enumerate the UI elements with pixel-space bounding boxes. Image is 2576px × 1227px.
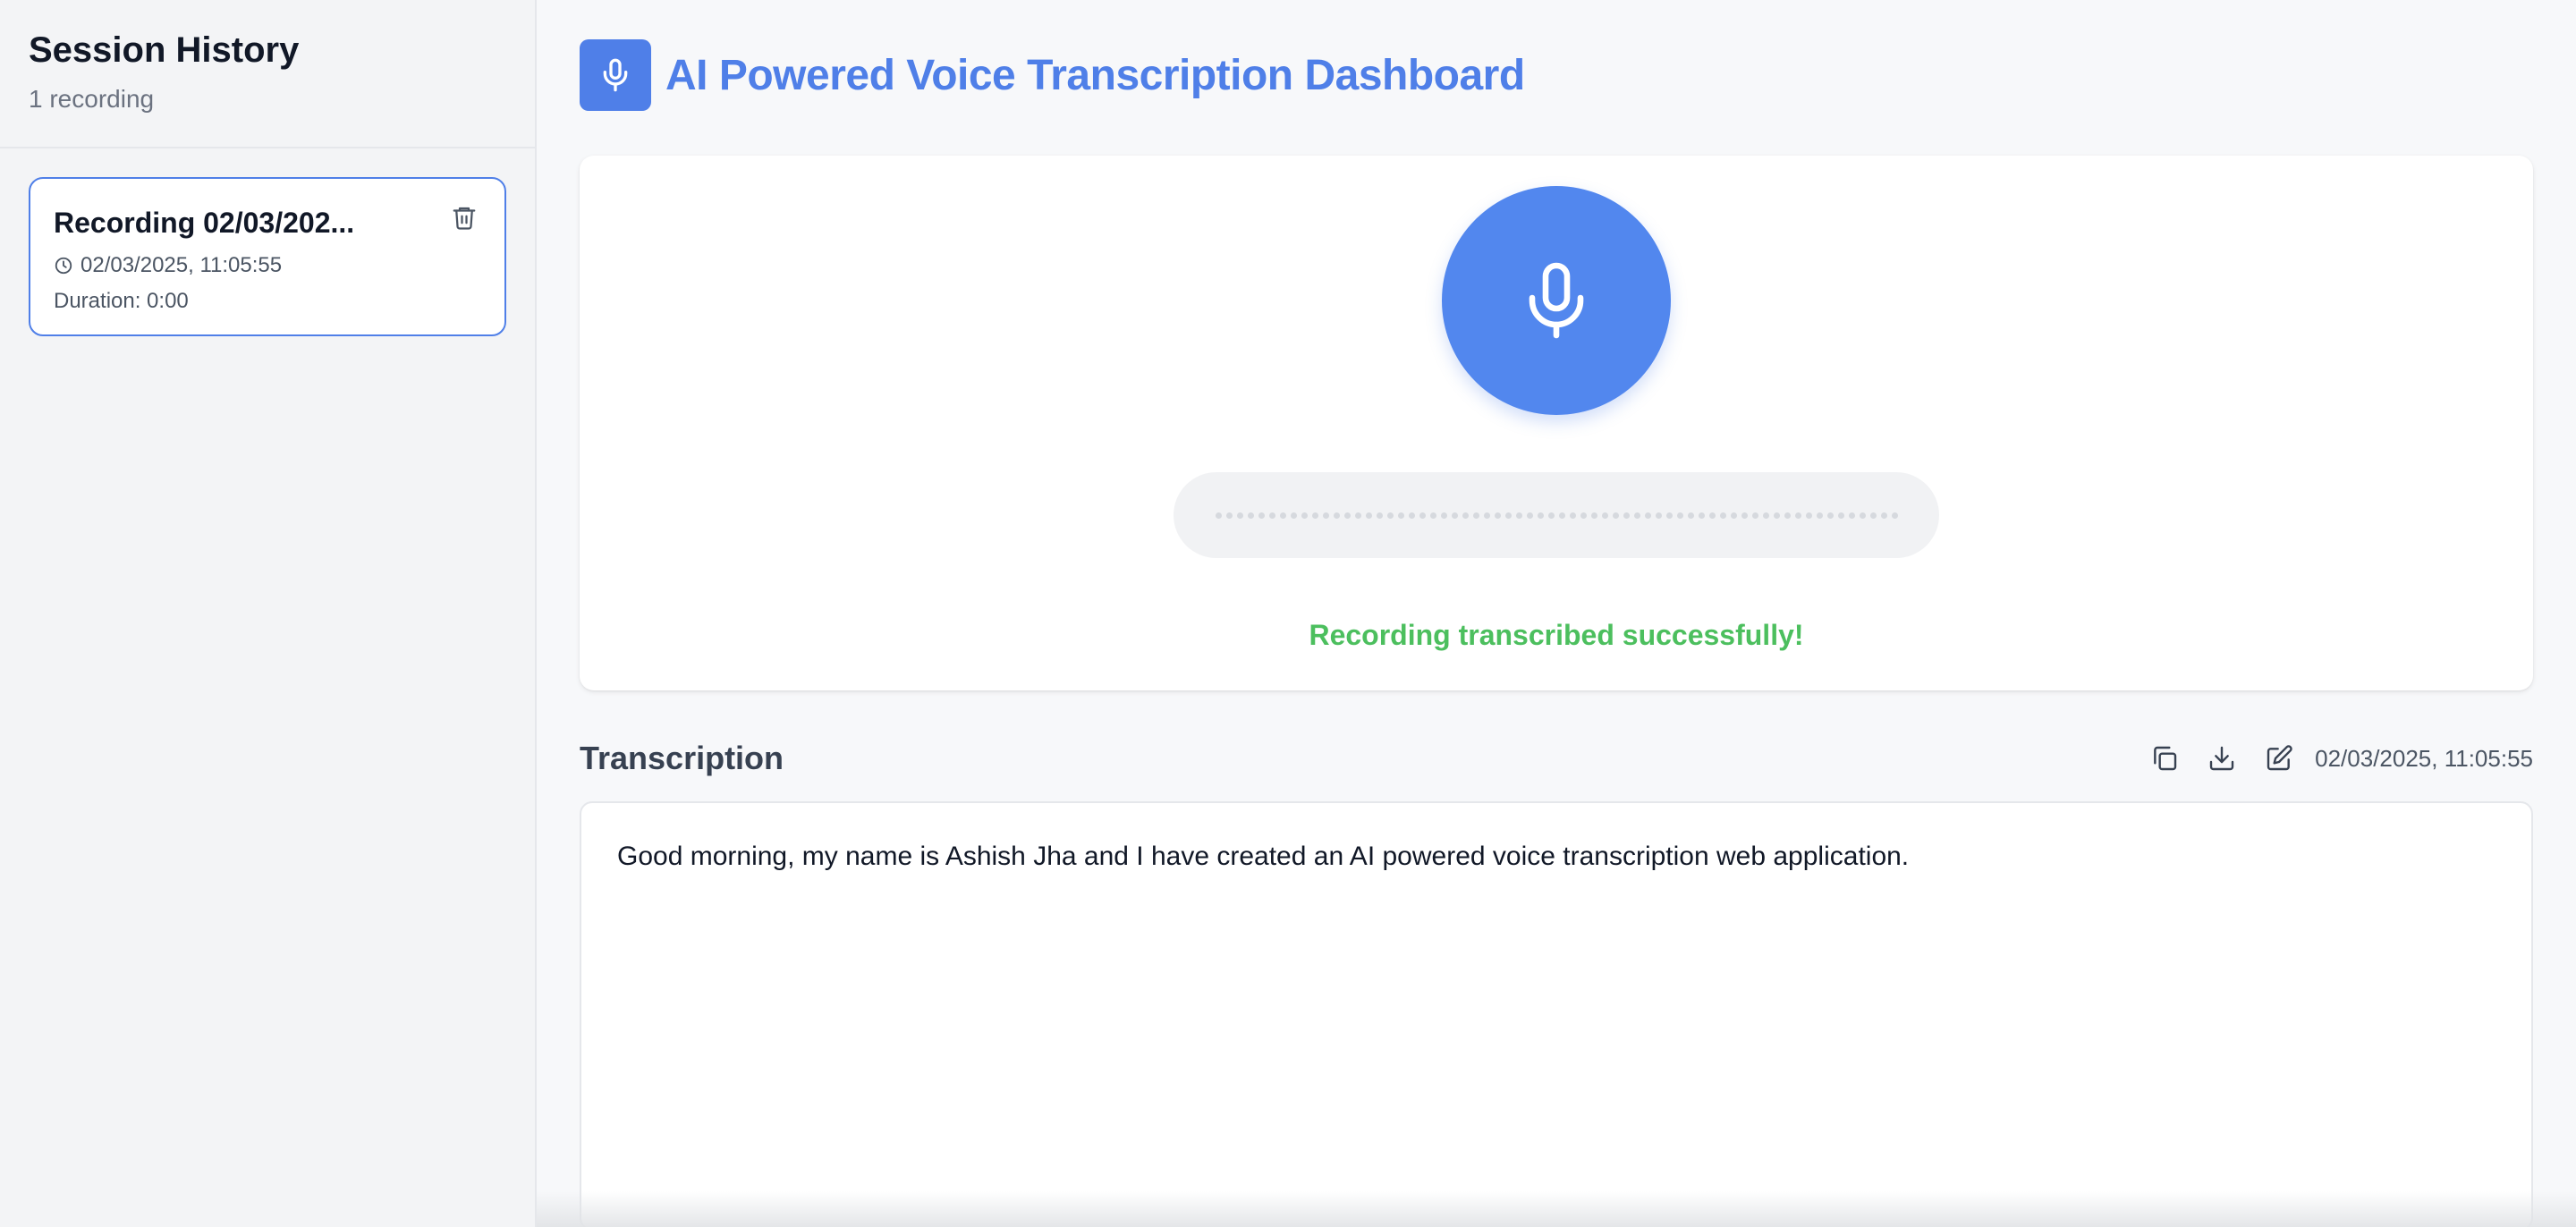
waveform-dot <box>1687 512 1694 519</box>
waveform-dot <box>1644 512 1651 519</box>
page-title: AI Powered Voice Transcription Dashboard <box>665 51 1525 99</box>
audio-waveform <box>1174 472 1939 558</box>
waveform-dot <box>1741 512 1748 519</box>
waveform-dot <box>1376 512 1383 519</box>
waveform-dot <box>1462 512 1469 519</box>
waveform-dot <box>1601 512 1608 519</box>
waveform-dot <box>1762 512 1769 519</box>
copy-icon <box>2154 746 2177 771</box>
waveform-dot <box>1225 512 1233 519</box>
waveform-dot <box>1386 512 1394 519</box>
sidebar-title: Session History <box>29 30 300 70</box>
waveform-dot <box>1880 512 1887 519</box>
waveform-dot <box>1483 512 1490 519</box>
recording-count: 1 recording <box>29 85 155 113</box>
waveform-dot <box>1494 512 1501 519</box>
waveform-dot <box>1848 512 1855 519</box>
waveform-dot <box>1708 512 1716 519</box>
page-header: AI Powered Voice Transcription Dashboard <box>580 39 2533 111</box>
waveform-dot <box>1751 512 1758 519</box>
waveform-dot <box>1365 512 1372 519</box>
delete-session-button[interactable] <box>449 202 479 233</box>
waveform-dot <box>1419 512 1426 519</box>
sidebar-header: Session History 1 recording <box>0 0 535 148</box>
waveform-dot <box>1247 512 1254 519</box>
waveform-dot <box>1440 512 1447 519</box>
recorder-panel: Recording transcribed successfully! <box>580 156 2533 690</box>
microphone-icon <box>1529 262 1584 339</box>
waveform-dot <box>1676 512 1683 519</box>
status-message: Recording transcribed successfully! <box>1309 619 1804 651</box>
session-datetime: 02/03/2025, 11:05:55 <box>80 253 283 277</box>
waveform-dot <box>1773 512 1780 519</box>
waveform-dot <box>1590 512 1597 519</box>
waveform-dot <box>1236 512 1243 519</box>
waveform-dot <box>1826 512 1834 519</box>
microphone-icon <box>603 58 628 92</box>
waveform-dot <box>1268 512 1275 519</box>
edit-icon <box>2267 745 2292 771</box>
waveform-dot <box>1784 512 1791 519</box>
waveform-dot <box>1311 512 1318 519</box>
clock-icon <box>55 257 72 275</box>
waveform-dot <box>1290 512 1297 519</box>
transcription-timestamp: 02/03/2025, 11:05:55 <box>2315 744 2533 772</box>
transcription-text[interactable]: Good morning, my name is Ashish Jha and … <box>580 801 2533 1227</box>
transcription-title: Transcription <box>580 740 784 776</box>
waveform-dot <box>1655 512 1662 519</box>
waveform-dot <box>1472 512 1479 519</box>
main-content: AI Powered Voice Transcription Dashboard… <box>537 0 2576 1227</box>
waveform-dot <box>1215 512 1222 519</box>
waveform-dot <box>1719 512 1726 519</box>
record-button[interactable] <box>1442 186 1671 415</box>
waveform-dot <box>1805 512 1812 519</box>
waveform-dot <box>1698 512 1705 519</box>
waveform-dot <box>1665 512 1673 519</box>
waveform-dot <box>1258 512 1265 519</box>
waveform-dot <box>1504 512 1512 519</box>
waveform-dot <box>1354 512 1361 519</box>
waveform-dot <box>1515 512 1522 519</box>
waveform-dot <box>1794 512 1801 519</box>
waveform-dot <box>1547 512 1555 519</box>
session-card[interactable]: Recording 02/03/202... 02/03/2025, 11:05… <box>29 177 506 336</box>
waveform-dot <box>1397 512 1404 519</box>
copy-button[interactable] <box>2136 739 2193 778</box>
app-root: Session History 1 recording Recording 02… <box>0 0 2576 1227</box>
waveform-dot <box>1633 512 1640 519</box>
edit-button[interactable] <box>2250 739 2308 778</box>
waveform-dot <box>1279 512 1286 519</box>
download-icon <box>2209 746 2234 771</box>
waveform-dot <box>1408 512 1415 519</box>
waveform-dot <box>1333 512 1340 519</box>
session-datetime-row: 02/03/2025, 11:05:55 <box>54 252 481 279</box>
waveform-dot <box>1343 512 1351 519</box>
waveform-dot <box>1837 512 1844 519</box>
sidebar: Session History 1 recording Recording 02… <box>0 0 537 1227</box>
download-button[interactable] <box>2193 739 2250 778</box>
waveform-dot <box>1580 512 1587 519</box>
waveform-dot <box>1537 512 1544 519</box>
waveform-dot <box>1730 512 1737 519</box>
waveform-dot <box>1451 512 1458 519</box>
waveform-dot <box>1322 512 1329 519</box>
waveform-dot <box>1569 512 1576 519</box>
waveform-dot <box>1558 512 1565 519</box>
session-name: Recording 02/03/202... <box>54 207 355 239</box>
waveform-dot <box>1623 512 1630 519</box>
waveform-dot <box>1429 512 1436 519</box>
app-logo <box>580 39 651 111</box>
waveform-dot <box>1816 512 1823 519</box>
waveform-dot <box>1869 512 1877 519</box>
waveform-dot <box>1891 512 1898 519</box>
waveform-dot <box>1859 512 1866 519</box>
session-list: Recording 02/03/202... 02/03/2025, 11:05… <box>0 148 535 365</box>
session-duration: Duration: 0:00 <box>54 289 189 313</box>
transcription-header: Transcription 02/03/2025, 11:05:55 <box>580 739 2533 778</box>
waveform-dot <box>1612 512 1619 519</box>
trash-icon <box>453 207 476 230</box>
waveform-dot <box>1301 512 1308 519</box>
waveform-dot <box>1526 512 1533 519</box>
transcription-actions: 02/03/2025, 11:05:55 <box>2136 739 2533 778</box>
